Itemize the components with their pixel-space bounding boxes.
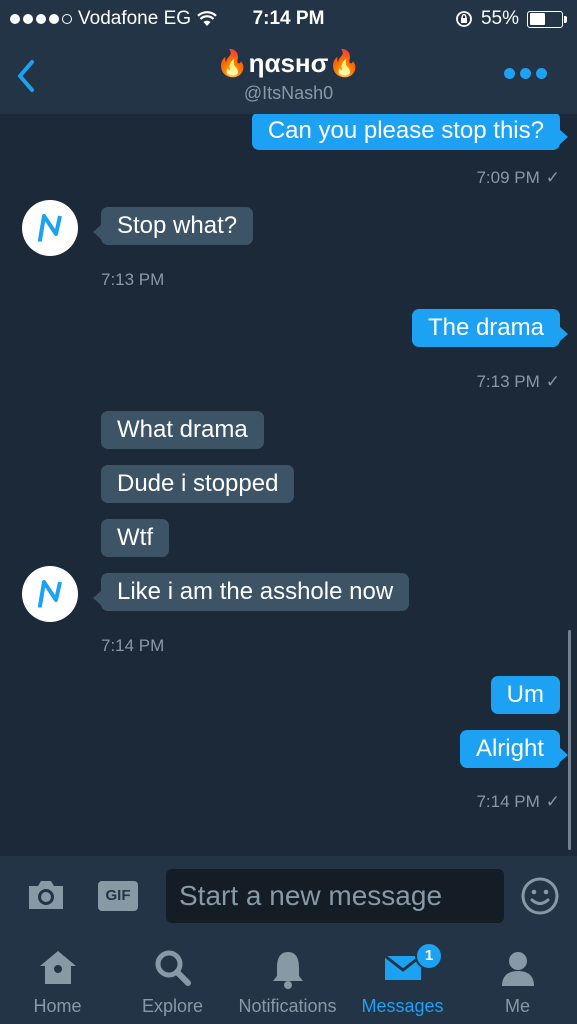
unread-badge: 1 <box>415 942 443 970</box>
tab-messages[interactable]: 1 Messages <box>345 936 460 1024</box>
message-timestamp: 7:14 PM ✓ <box>476 792 560 811</box>
message-bubble-outgoing[interactable]: Can you please stop this? <box>251 114 569 150</box>
message-bubble-incoming[interactable]: Wtf <box>101 519 169 557</box>
tab-label: Home <box>33 996 82 1016</box>
tab-me[interactable]: Me <box>460 936 575 1024</box>
tab-label: Messages <box>361 996 444 1016</box>
orientation-lock-icon <box>456 11 472 27</box>
message-timestamp: 7:14 PM <box>101 636 165 655</box>
message-timestamp: 7:09 PM ✓ <box>476 168 560 187</box>
tab-notifications[interactable]: Notifications <box>230 936 345 1024</box>
camera-icon[interactable] <box>26 878 66 912</box>
bell-icon <box>272 952 303 989</box>
emoji-icon[interactable] <box>520 876 560 916</box>
message-composer: GIF <box>0 856 577 936</box>
message-bubble-incoming[interactable]: What drama <box>101 411 264 449</box>
message-bubble-incoming[interactable]: Like i am the asshole now <box>92 573 410 611</box>
conversation-handle: @ItsNash0 <box>243 83 334 103</box>
message-bubble-incoming[interactable]: Dude i stopped <box>101 465 295 503</box>
tab-home[interactable]: Home <box>0 936 115 1024</box>
message-bubble-outgoing[interactable]: Alright <box>459 730 569 768</box>
message-bubble-outgoing[interactable]: The drama <box>411 309 569 347</box>
message-thread[interactable]: Can you please stop this? 7:09 PM ✓ Stop … <box>0 114 577 856</box>
read-check-icon: ✓ <box>545 168 560 187</box>
message-input[interactable] <box>166 869 504 923</box>
status-bar: Vodafone EG 7:14 PM 55% <box>0 0 577 38</box>
tab-label: Explore <box>141 996 204 1016</box>
avatar[interactable] <box>22 566 78 622</box>
scrollbar[interactable] <box>568 630 571 850</box>
message-timestamp: 7:13 PM ✓ <box>476 372 560 391</box>
read-check-icon: ✓ <box>545 792 560 811</box>
message-bubble-incoming[interactable]: Stop what? <box>92 207 254 245</box>
tab-explore[interactable]: Explore <box>115 936 230 1024</box>
message-timestamp: 7:13 PM <box>101 270 165 289</box>
search-icon <box>155 950 191 986</box>
read-check-icon: ✓ <box>545 372 560 391</box>
home-icon <box>39 951 76 984</box>
conversation-header: 🔥ηαѕнσ🔥 @ItsNash0 <box>0 38 577 114</box>
tab-label: Me <box>504 996 530 1016</box>
tab-bar: Home Explore Notifications 1 Messages Me <box>0 936 577 1024</box>
conversation-title: 🔥ηαѕнσ🔥 <box>216 48 361 78</box>
person-icon <box>501 952 534 986</box>
tab-label: Notifications <box>238 996 337 1016</box>
message-bubble-outgoing[interactable]: Um <box>490 676 560 714</box>
more-options-icon[interactable] <box>504 68 547 79</box>
avatar[interactable] <box>22 200 78 256</box>
battery-icon <box>527 10 567 28</box>
gif-button[interactable]: GIF <box>98 881 138 911</box>
battery-percent: 55% <box>480 8 519 29</box>
